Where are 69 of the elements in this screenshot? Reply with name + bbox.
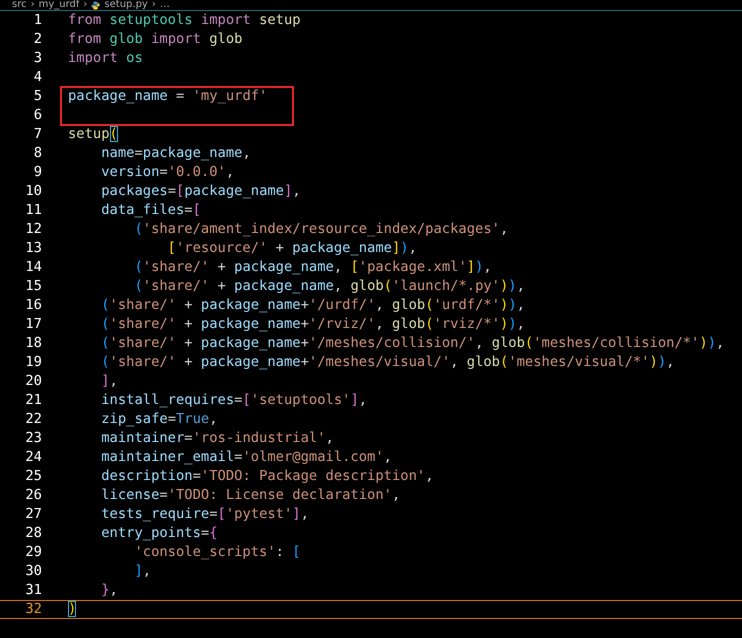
code-line: ], — [100, 372, 118, 391]
line-number: 4 — [32, 68, 42, 87]
line-number: 23 — [24, 429, 42, 448]
line-number: 2 — [32, 30, 42, 49]
code-line: zip_safe=True, — [100, 410, 218, 429]
line-number: 14 — [24, 258, 42, 277]
line-number: 7 — [32, 125, 42, 144]
code-line: description='TODO: Package description', — [100, 467, 434, 486]
line-number: 29 — [24, 543, 42, 562]
line-number: 13 — [24, 239, 42, 258]
code-line: package_name = 'my_urdf' — [68, 87, 268, 106]
line-number: 20 — [24, 372, 42, 391]
line-number: 10 — [24, 182, 42, 201]
line-number: 11 — [24, 201, 42, 220]
code-line: tests_require=['pytest'], — [100, 505, 309, 524]
line-number: 9 — [32, 163, 42, 182]
code-line: ('share/' + package_name+'/meshes/collision/', glob('meshes/collision/*')), — [100, 334, 724, 353]
python-file-icon — [91, 0, 100, 10]
code-line: ['resource/' + package_name]), — [166, 239, 417, 258]
code-line: ('share/ament_index/resource_index/packages', — [133, 220, 508, 239]
code-line: packages=[package_name], — [100, 182, 301, 201]
code-line: maintainer_email='olmer@gmail.com', — [100, 448, 392, 467]
line-number: 8 — [32, 144, 42, 163]
line-number: 6 — [32, 106, 42, 125]
breadcrumb-item[interactable]: … — [160, 0, 170, 10]
code-line: name=package_name, — [100, 144, 251, 163]
line-number: 24 — [24, 448, 42, 467]
line-number: 15 — [24, 277, 42, 296]
code-line: import os — [68, 49, 143, 68]
code-line: ('share/' + package_name+'/meshes/visual/', glob('meshes/visual/*')), — [100, 353, 674, 372]
code-line: version='0.0.0', — [100, 163, 234, 182]
breadcrumb-item[interactable]: src — [12, 0, 27, 10]
line-number: 5 — [32, 87, 42, 106]
line-number: 19 — [24, 353, 42, 372]
line-number: 26 — [24, 486, 42, 505]
breadcrumb-item[interactable]: setup.py — [104, 0, 148, 10]
code-line: ('share/' + package_name, glob('launch/*.py')), — [133, 277, 525, 296]
code-line: 'console_scripts': [ — [133, 543, 301, 562]
line-number: 28 — [24, 524, 42, 543]
code-line: license='TODO: License declaration', — [100, 486, 400, 505]
code-line: install_requires=['setuptools'], — [100, 391, 368, 410]
code-line: from setuptools import setup — [68, 11, 301, 30]
line-number: 32 — [24, 600, 42, 619]
code-line: }, — [100, 581, 118, 600]
code-line: ('share/' + package_name, ['package.xml']), — [133, 258, 492, 277]
line-number: 27 — [24, 505, 42, 524]
line-number: 12 — [24, 220, 42, 239]
breadcrumb-separator: › — [30, 0, 35, 10]
breadcrumb-separator: › — [83, 0, 88, 10]
line-number: 22 — [24, 410, 42, 429]
line-number: 18 — [24, 334, 42, 353]
line-number: 3 — [32, 49, 42, 68]
code-line: from glob import glob — [68, 30, 242, 49]
line-number: 21 — [24, 391, 42, 410]
line-number: 17 — [24, 315, 42, 334]
line-number: 25 — [24, 467, 42, 486]
code-line: ('share/' + package_name+'/rviz/', glob('rviz/*')), — [100, 315, 525, 334]
code-line: ) — [68, 600, 76, 619]
line-number: 16 — [24, 296, 42, 315]
code-line: entry_points={ — [100, 524, 218, 543]
code-line: maintainer='ros-industrial', — [100, 429, 334, 448]
line-number: 1 — [32, 11, 42, 30]
code-line: data_files=[ — [100, 201, 201, 220]
code-line: ('share/' + package_name+'/urdf/', glob('urdf/*')), — [100, 296, 525, 315]
line-number: 30 — [24, 562, 42, 581]
breadcrumb-separator: › — [152, 0, 156, 10]
line-number: 31 — [24, 581, 42, 600]
code-line: ], — [133, 562, 152, 581]
code-line: setup( — [68, 125, 118, 144]
